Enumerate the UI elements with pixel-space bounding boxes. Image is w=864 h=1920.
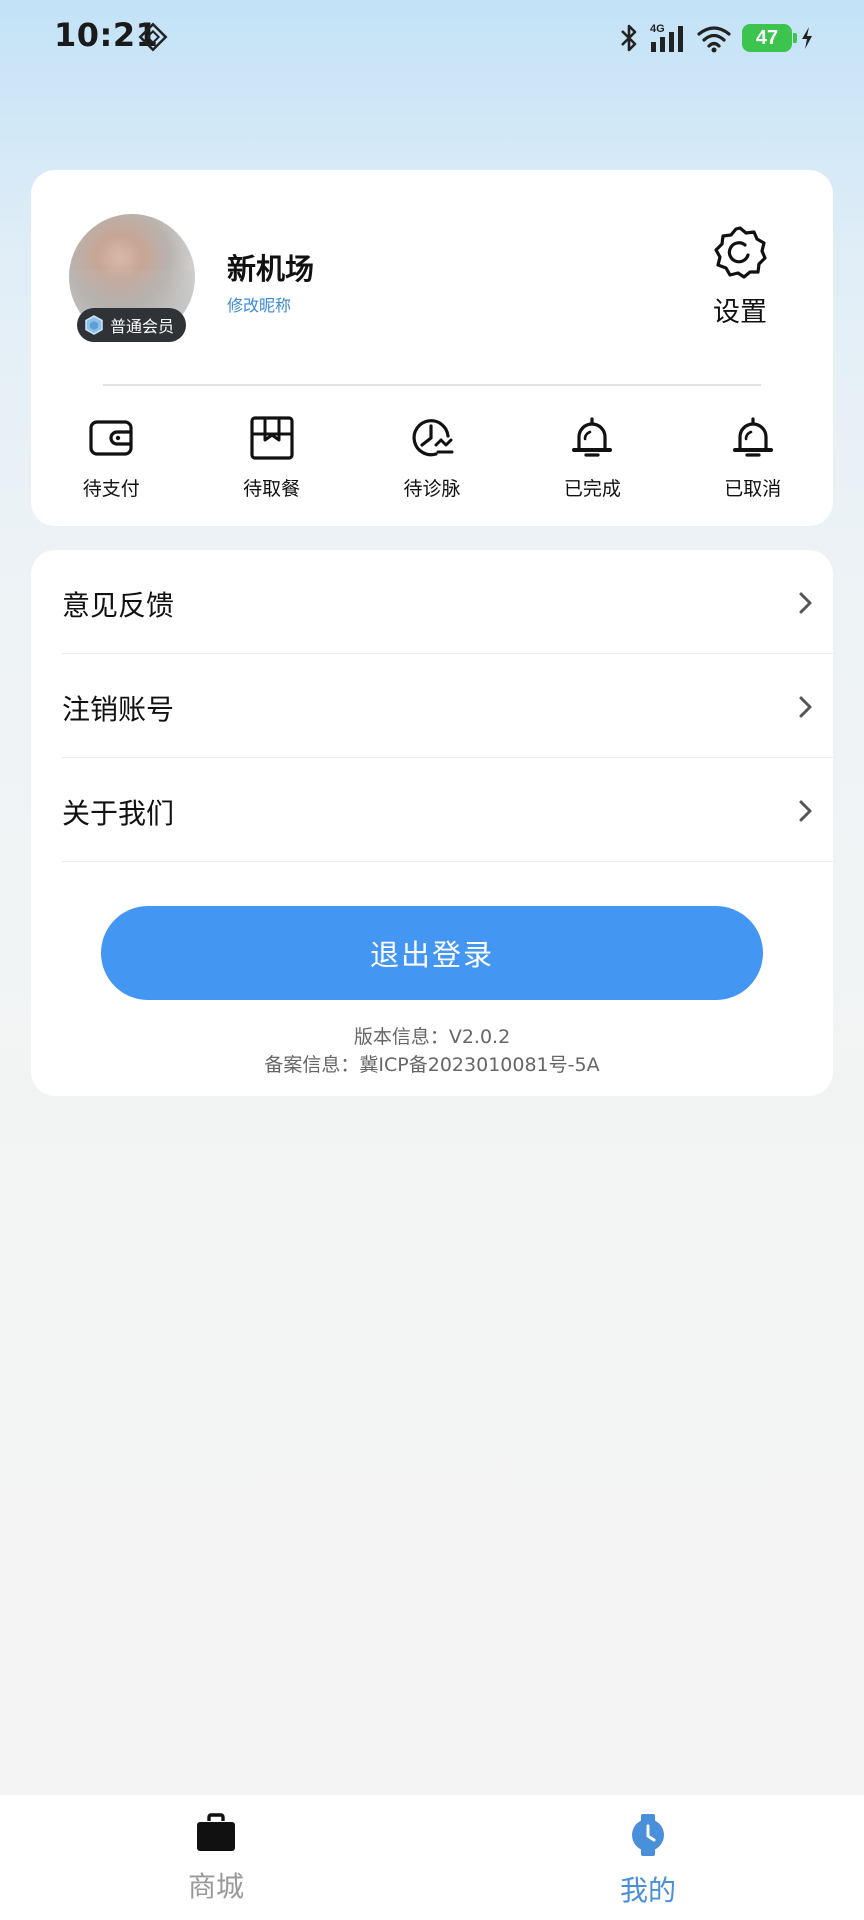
gear-icon [714, 226, 767, 279]
settings-label: 设置 [713, 297, 767, 328]
icp-info: 备案信息：冀ICP备2023010081号-5A [264, 1054, 600, 1076]
wallet-icon [89, 420, 133, 456]
watch-icon [632, 1814, 664, 1856]
version-info: 版本信息：V2.0.2 [353, 1026, 511, 1048]
edit-nickname-link[interactable]: 修改昵称 [227, 292, 291, 316]
order-pending-diagnosis[interactable]: 待诊脉 [352, 414, 512, 501]
member-gem-icon [85, 315, 103, 335]
order-completed[interactable]: 已完成 [512, 414, 672, 501]
chevron-right-icon [799, 800, 812, 822]
battery-icon: 47 [742, 24, 797, 52]
wifi-icon [697, 26, 731, 53]
bottom-tab-bar: 商城 我的 [0, 1795, 864, 1920]
bell-icon [732, 417, 773, 457]
order-label: 待取餐 [243, 478, 301, 500]
order-label: 已取消 [724, 478, 782, 500]
member-badge: 普通会员 [77, 308, 187, 342]
settings-button[interactable]: 设置 [705, 224, 775, 329]
status-bar: 10:21 4G 47 [0, 0, 864, 76]
order-pending-pickup[interactable]: 待取餐 [191, 414, 351, 501]
menu-item-label: 注销账号 [62, 693, 175, 726]
menu-item-about-us[interactable]: 关于我们 [62, 758, 833, 862]
order-shortcuts: 待支付 待取餐 待诊脉 已完成 已取消 [31, 414, 833, 501]
pulse-clock-icon [412, 419, 454, 457]
menu-card: 意见反馈 注销账号 关于我们 退出登录 版本信息：V2.0.2 备案信息：冀IC… [31, 550, 833, 1096]
logout-button[interactable]: 退出登录 [101, 906, 763, 1000]
order-label: 待诊脉 [403, 478, 461, 500]
chevron-right-icon [799, 592, 812, 614]
menu-item-delete-account[interactable]: 注销账号 [62, 654, 833, 758]
status-icons: 4G 47 [618, 18, 814, 58]
tab-mall[interactable]: 商城 [116, 1813, 316, 1905]
logout-label: 退出登录 [369, 940, 494, 972]
tab-label: 商城 [187, 1870, 244, 1903]
network-label: 4G [650, 23, 665, 35]
order-label: 已完成 [563, 478, 621, 500]
bluetooth-icon [621, 24, 637, 52]
shopping-bag-icon [197, 1813, 235, 1851]
order-pending-payment[interactable]: 待支付 [31, 414, 191, 501]
menu-item-label: 关于我们 [62, 797, 175, 830]
takeout-box-icon [249, 416, 294, 460]
bell-icon [572, 417, 613, 457]
order-cancelled[interactable]: 已取消 [673, 414, 833, 501]
order-label: 待支付 [82, 478, 140, 500]
chevron-right-icon [799, 696, 812, 718]
tab-mine[interactable]: 我的 [548, 1813, 748, 1909]
cellular-signal-icon: 4G [650, 23, 683, 52]
battery-level: 47 [755, 26, 779, 49]
member-level-label: 普通会员 [110, 317, 175, 336]
profile-card: 普通会员 新机场 修改昵称 设置 待支付 待取餐 待诊脉 已完成 已取消 [31, 170, 833, 526]
menu-item-feedback[interactable]: 意见反馈 [62, 550, 833, 654]
signal-extra-icon [138, 22, 168, 52]
charging-icon [802, 27, 812, 49]
menu-item-label: 意见反馈 [62, 589, 175, 622]
tab-label: 我的 [619, 1874, 676, 1907]
nickname: 新机场 [227, 252, 315, 286]
divider [103, 384, 761, 386]
